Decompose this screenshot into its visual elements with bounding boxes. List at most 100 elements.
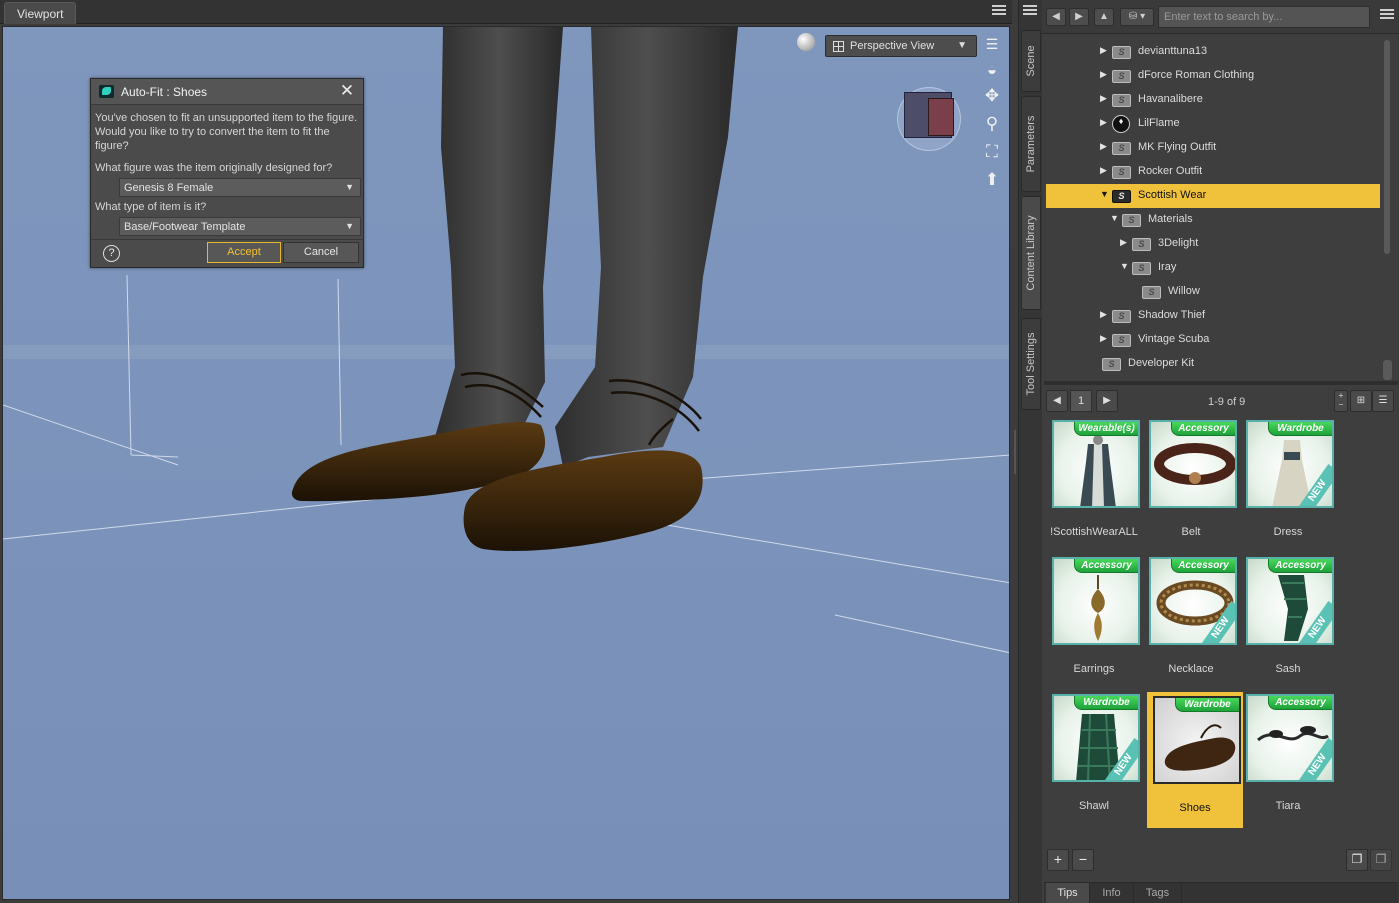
tab-parameters[interactable]: Parameters — [1021, 96, 1041, 192]
prev-page-icon[interactable]: ◀ — [1046, 390, 1068, 412]
tab-scene[interactable]: Scene — [1021, 30, 1041, 92]
expand-arrow-icon[interactable]: ▶ — [1100, 141, 1110, 152]
library-item[interactable]: Accessory Earrings — [1046, 553, 1142, 688]
tree-node[interactable]: ▶ S Vintage Scuba — [1046, 328, 1382, 352]
tree-node[interactable]: ▶ S dForce Roman Clothing — [1046, 64, 1382, 88]
viewport-tab[interactable]: Viewport — [4, 2, 76, 24]
next-page-icon[interactable]: ▶ — [1096, 390, 1118, 412]
panel-divider[interactable] — [1044, 381, 1398, 385]
preview-sphere-icon[interactable] — [797, 33, 815, 51]
back-icon[interactable]: ◀ — [1046, 8, 1066, 26]
tree-node[interactable]: ▶ ♦ LilFlame — [1046, 112, 1382, 136]
tree-node[interactable]: ▶ S Shadow Thief — [1046, 304, 1382, 328]
tree-node-label: Rocker Outfit — [1138, 165, 1203, 177]
folder-icon: S — [1132, 262, 1151, 275]
viewport-menu-icon[interactable] — [992, 4, 1008, 18]
side-menu-icon[interactable] — [1023, 4, 1039, 18]
cancel-button[interactable]: Cancel — [283, 242, 359, 263]
folder-icon: S — [1132, 238, 1151, 251]
chevron-down-icon: ▼ — [345, 221, 354, 231]
up-folder-icon[interactable]: ▲ — [1094, 8, 1114, 26]
collapse-arrow-icon[interactable]: ▼ — [1120, 261, 1130, 271]
perspective-view-dropdown[interactable]: Perspective View ▼ — [825, 35, 977, 57]
zoom-icon[interactable]: ⚲ — [981, 113, 1003, 135]
item-badge: Accessory — [1268, 559, 1332, 573]
item-label: !ScottishWearALL — [1050, 526, 1138, 538]
remove-icon[interactable]: − — [1072, 849, 1094, 871]
reset-view-icon[interactable]: ⬆ — [981, 169, 1003, 191]
tree-node[interactable]: ▼ S Iray — [1046, 256, 1382, 280]
type-select[interactable]: Base/Footwear Template ▼ — [119, 217, 361, 236]
pan-icon[interactable]: ✥ — [981, 85, 1003, 107]
tree-node[interactable]: S Willow — [1046, 280, 1382, 304]
folder-icon: S — [1112, 46, 1131, 59]
list-view-icon[interactable]: ☰ — [1372, 390, 1394, 412]
tab-parameters-label: Parameters — [1025, 115, 1037, 173]
scrollbar-thumb[interactable] — [1384, 40, 1390, 254]
tree-node[interactable]: ▶ S MK Flying Outfit — [1046, 136, 1382, 160]
copy-icon[interactable]: ❐ — [1346, 849, 1368, 871]
collapse-arrow-icon[interactable]: ▼ — [1100, 189, 1110, 199]
tree-node-selected[interactable]: ▼ S Scottish Wear — [1046, 184, 1380, 208]
tab-tags[interactable]: Tags — [1134, 883, 1182, 903]
tab-tips[interactable]: Tips — [1046, 883, 1090, 903]
expand-arrow-icon[interactable]: ▶ — [1100, 333, 1110, 344]
expand-arrow-icon[interactable]: ▶ — [1100, 117, 1110, 128]
collapse-arrow-icon[interactable]: ▼ — [1110, 213, 1120, 223]
tree-node-label: Scottish Wear — [1138, 189, 1207, 201]
tree-node[interactable]: ▶ S Havanalibere — [1046, 88, 1382, 112]
tree-node-label: devianttuna13 — [1138, 45, 1208, 57]
expand-arrow-icon[interactable]: ▶ — [1100, 69, 1110, 80]
page-number[interactable]: 1 — [1070, 390, 1092, 412]
close-icon[interactable]: ✕ — [338, 81, 356, 101]
tab-tool-settings[interactable]: Tool Settings — [1021, 318, 1041, 410]
library-toolbar: ◀ ▶ ▲ ⛁ ▾ Enter text to search by... — [1042, 0, 1399, 34]
type-select-value: Base/Footwear Template — [124, 221, 246, 233]
library-item[interactable]: Wardrobe NEW Dress — [1240, 416, 1336, 551]
library-item[interactable]: Wardrobe NEW Shawl — [1046, 690, 1142, 825]
help-icon[interactable]: ? — [103, 245, 120, 262]
grid-view-icon[interactable]: ⊞ — [1350, 390, 1372, 412]
dialog-titlebar[interactable]: Auto-Fit : Shoes ✕ — [91, 79, 363, 105]
tree-node-label: Developer Kit — [1128, 357, 1195, 369]
item-badge: Accessory — [1171, 422, 1235, 436]
tab-info[interactable]: Info — [1090, 883, 1134, 903]
accept-button[interactable]: Accept — [207, 242, 281, 263]
paste-icon[interactable]: ❐ — [1370, 849, 1392, 871]
viewport-tabbar: Viewport — [0, 0, 1012, 24]
tree-scrollbar[interactable] — [1383, 40, 1392, 380]
item-badge: Accessory — [1171, 559, 1235, 573]
frame-icon[interactable]: ⛶ — [981, 141, 1003, 163]
expand-arrow-icon[interactable]: ▶ — [1120, 237, 1130, 248]
library-item[interactable]: Wearable(s) !ScottishWearALL — [1046, 416, 1142, 551]
figure-select[interactable]: Genesis 8 Female ▼ — [119, 178, 361, 197]
tree-node[interactable]: ▶ S 3Delight — [1046, 232, 1382, 256]
tree-node[interactable]: ▶ S Rocker Outfit — [1046, 160, 1382, 184]
tree-node[interactable]: S Developer Kit — [1046, 352, 1382, 376]
library-item[interactable]: Accessory NEW Tiara — [1240, 690, 1336, 825]
library-item[interactable]: Accessory NEW Necklace — [1143, 553, 1239, 688]
tree-node[interactable]: ▼ S Materials — [1046, 208, 1382, 232]
expand-arrow-icon[interactable]: ▶ — [1100, 45, 1110, 56]
library-item-selected[interactable]: Wardrobe Shoes — [1147, 692, 1243, 828]
perspective-view-label: Perspective View — [850, 40, 935, 52]
tree-node[interactable]: ▶ S devianttuna13 — [1046, 40, 1382, 64]
expand-arrow-icon[interactable]: ▶ — [1100, 165, 1110, 176]
view-cube-icon[interactable] — [897, 87, 961, 151]
library-menu-icon[interactable] — [1380, 8, 1396, 22]
scrollbar-end[interactable] — [1383, 360, 1392, 380]
search-input[interactable]: Enter text to search by... — [1158, 6, 1370, 28]
add-icon[interactable]: + — [1047, 849, 1069, 871]
zoom-stepper-icon[interactable]: + − — [1334, 390, 1348, 412]
item-badge: Wardrobe — [1268, 422, 1332, 436]
expand-arrow-icon[interactable]: ▶ — [1100, 93, 1110, 104]
library-item[interactable]: Accessory NEW Sash — [1240, 553, 1336, 688]
viewport-options-icon[interactable]: ☰ — [981, 33, 1003, 55]
expand-arrow-icon[interactable]: ▶ — [1100, 309, 1110, 320]
tab-content-library[interactable]: Content Library — [1021, 196, 1041, 310]
forward-icon[interactable]: ▶ — [1069, 8, 1089, 26]
database-icon[interactable]: ⛁ ▾ — [1120, 8, 1154, 26]
dialog-title: Auto-Fit : Shoes — [121, 85, 208, 99]
library-item[interactable]: Accessory Belt — [1143, 416, 1239, 551]
orbit-icon[interactable]: ◒ — [981, 59, 1003, 81]
